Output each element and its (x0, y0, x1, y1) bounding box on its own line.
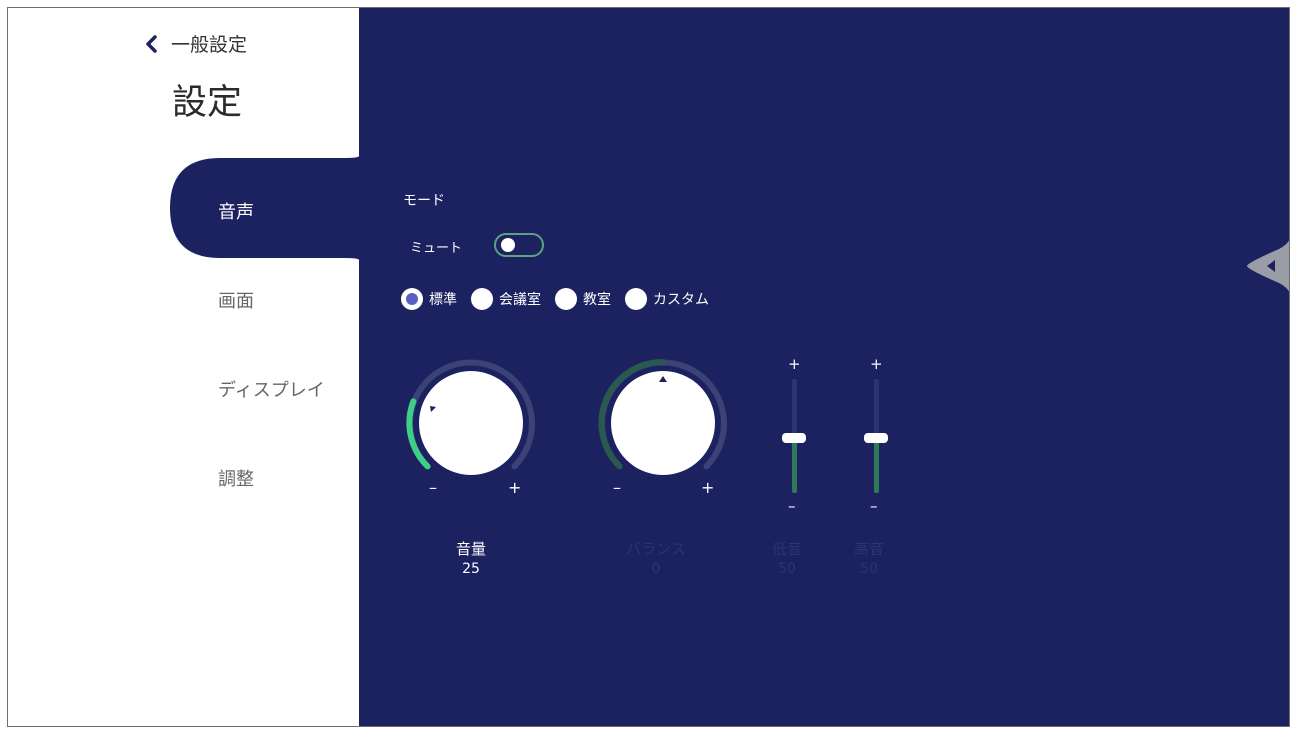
volume-knob[interactable]: – + (396, 348, 546, 498)
bass-slider-thumb (782, 433, 806, 443)
settings-window: 一般設定 設定 音声 画面 ディスプレイ 調整 モード ミュート 標準 会議室 … (7, 7, 1290, 727)
plus-icon: + (788, 355, 801, 373)
sound-mode-radio-group: 標準 会議室 教室 カスタム (401, 288, 723, 310)
sidebar-item-label: 画面 (218, 291, 254, 312)
sidebar-item-display[interactable]: ディスプレイ (218, 376, 325, 402)
radio-label: 教室 (583, 292, 611, 308)
sidebar-item-label: ディスプレイ (218, 380, 325, 401)
sidebar-item-adjust[interactable]: 調整 (218, 465, 254, 491)
minus-icon: – (429, 478, 437, 497)
minus-icon: – (870, 497, 878, 513)
radio-circle (401, 288, 423, 310)
mode-label: モード (403, 193, 445, 209)
radio-label: 標準 (429, 292, 457, 308)
sidebar-item-label: 調整 (218, 469, 254, 490)
sidebar-item-label: 音声 (218, 202, 254, 223)
treble-slider[interactable]: + – (856, 353, 896, 513)
sidebar-item-screen[interactable]: 画面 (218, 287, 254, 313)
active-tab-highlight (170, 156, 359, 260)
treble-slider-thumb (864, 433, 888, 443)
sidebar: 一般設定 設定 音声 画面 ディスプレイ 調整 (8, 8, 359, 726)
radio-custom[interactable]: カスタム (625, 288, 709, 310)
plus-icon: + (870, 355, 883, 373)
treble-label: 高音 (853, 540, 884, 558)
radio-circle (625, 288, 647, 310)
minus-icon: – (788, 497, 796, 513)
bass-slider-fill (792, 437, 797, 493)
balance-knob[interactable]: – + (588, 348, 738, 498)
chevron-left-icon (146, 34, 157, 53)
toggle-knob (501, 238, 515, 252)
minus-icon: – (613, 478, 621, 497)
volume-label: 音量 (455, 540, 486, 558)
radio-circle (555, 288, 577, 310)
treble-slider-fill (874, 437, 879, 493)
page-title: 設定 (172, 83, 243, 123)
volume-knob-dial (419, 371, 523, 475)
radio-classroom[interactable]: 教室 (555, 288, 611, 310)
balance-knob-dial (611, 371, 715, 475)
radio-label: 会議室 (499, 292, 541, 308)
side-drawer-handle[interactable] (1245, 233, 1290, 299)
back-button[interactable]: 一般設定 (141, 30, 247, 57)
mute-label: ミュート (410, 241, 463, 256)
mute-toggle[interactable] (494, 233, 544, 257)
radio-meeting-room[interactable]: 会議室 (471, 288, 541, 310)
back-label: 一般設定 (171, 34, 248, 56)
radio-label: カスタム (653, 292, 709, 308)
treble-value: 50 (860, 561, 878, 577)
plus-icon: + (701, 478, 714, 497)
balance-label: バランス (626, 540, 686, 558)
radio-circle (471, 288, 493, 310)
balance-value: 0 (651, 561, 661, 577)
radio-standard[interactable]: 標準 (401, 288, 457, 310)
plus-icon: + (508, 478, 521, 497)
volume-value: 25 (462, 561, 480, 577)
sidebar-item-audio[interactable]: 音声 (218, 198, 254, 224)
bass-slider[interactable]: + – (774, 353, 814, 513)
